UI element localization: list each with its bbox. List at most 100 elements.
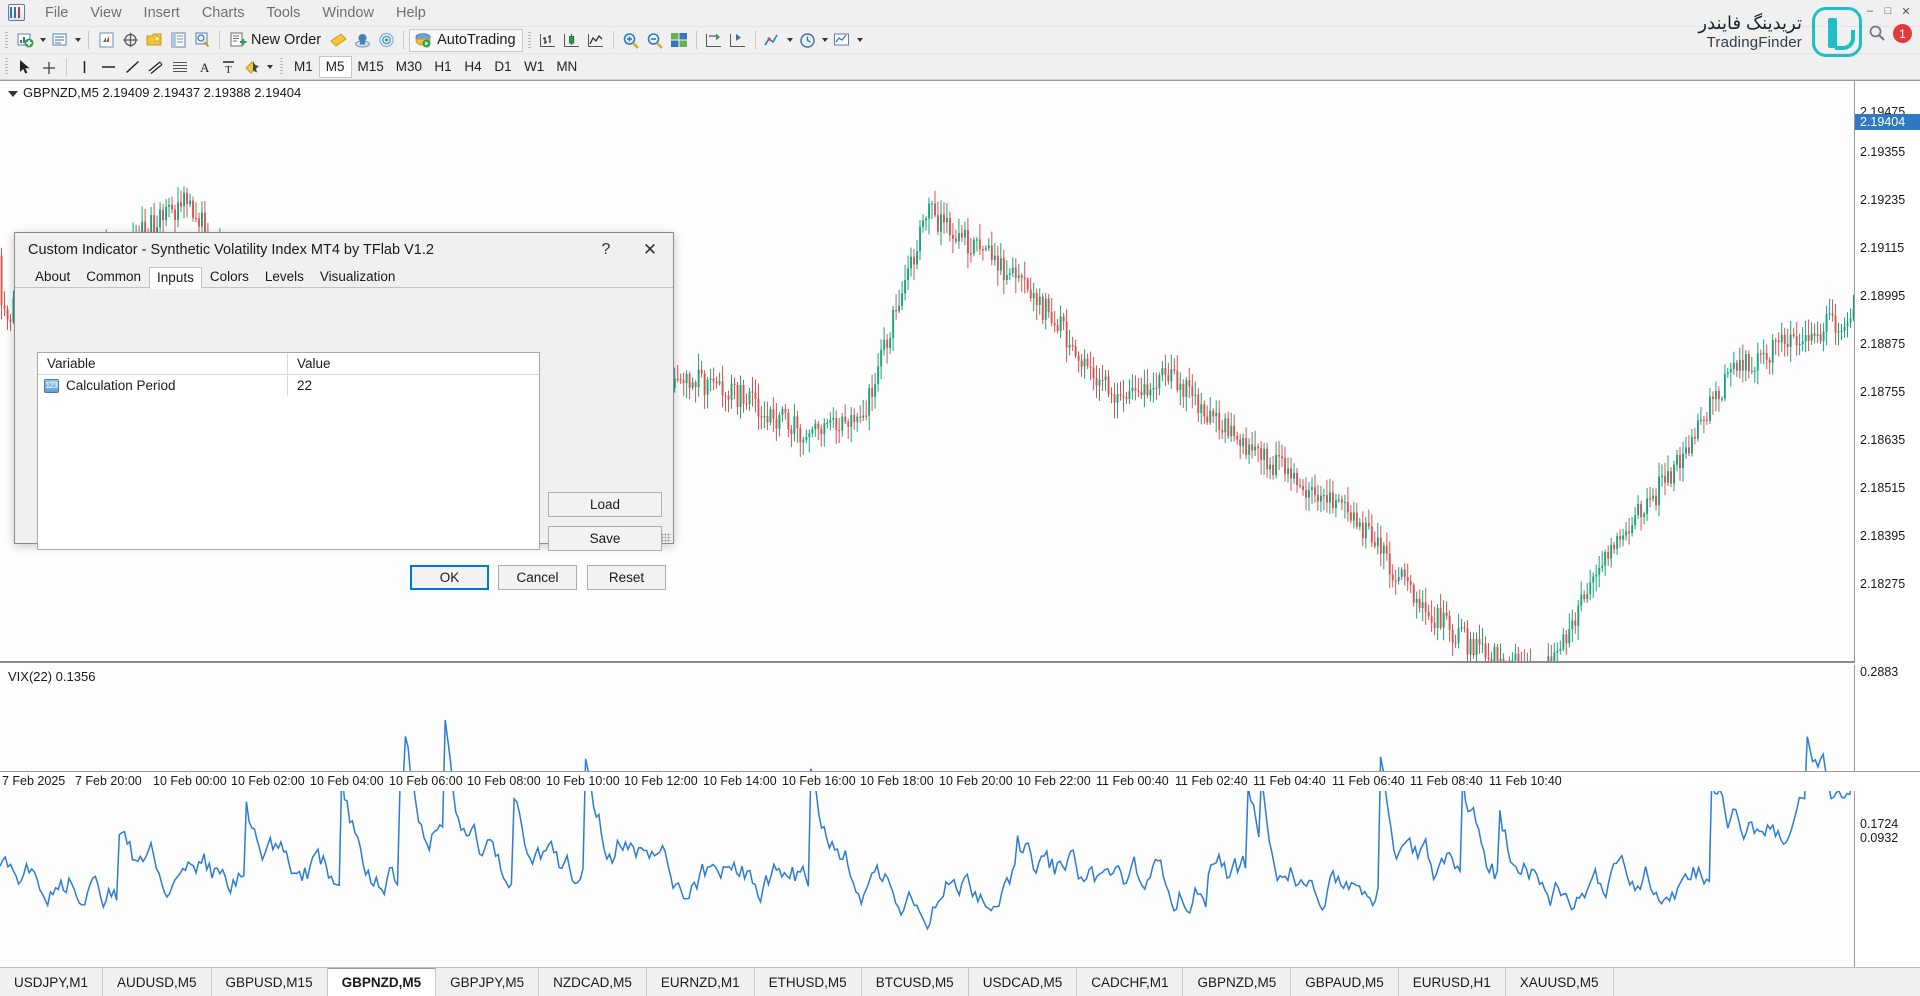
equidistant-channel-icon[interactable]: [144, 56, 168, 78]
text-label-icon[interactable]: T: [216, 56, 240, 78]
dialog-titlebar[interactable]: Custom Indicator - Synthetic Volatility …: [15, 233, 673, 266]
terminal-icon[interactable]: [142, 29, 166, 51]
dialog-resize-grip[interactable]: [661, 533, 671, 543]
chart-tab-eurnzd-m1[interactable]: EURNZD,M1: [647, 968, 755, 996]
menu-item-view[interactable]: View: [79, 0, 132, 26]
zoom-in-icon[interactable]: [619, 29, 643, 51]
chart-tab-gbpaud-m5[interactable]: GBPAUD,M5: [1291, 968, 1399, 996]
menu-item-window[interactable]: Window: [311, 0, 385, 26]
chart-tab-btcusd-m5[interactable]: BTCUSD,M5: [862, 968, 969, 996]
chart-tab-gbpnzd-m5-2[interactable]: GBPNZD,M5: [1183, 968, 1291, 996]
new-order-button[interactable]: New Order: [225, 29, 326, 51]
autotrading-button[interactable]: AutoTrading: [409, 29, 522, 52]
toolbar-grip[interactable]: [3, 31, 10, 50]
chart-tab-eurusd-h1[interactable]: EURUSD,H1: [1399, 968, 1506, 996]
timeframe-h1[interactable]: H1: [428, 56, 458, 78]
trendline-icon[interactable]: [120, 56, 144, 78]
chart-tab-gbpusd-m15[interactable]: GBPUSD,M15: [212, 968, 328, 996]
periodicity-dropdown-icon[interactable]: [820, 29, 831, 51]
notification-badge[interactable]: 1: [1893, 24, 1912, 43]
toolbar-grip[interactable]: [278, 57, 285, 76]
timeframe-h4[interactable]: H4: [458, 56, 488, 78]
shapes-icon[interactable]: [240, 56, 264, 78]
navigator-icon[interactable]: [118, 29, 142, 51]
chart-tab-ethusd-m5[interactable]: ETHUSD,M5: [755, 968, 862, 996]
maximize-icon[interactable]: □: [1880, 4, 1896, 18]
tab-common[interactable]: Common: [78, 266, 149, 288]
toolbar-grip[interactable]: [526, 31, 533, 50]
fibonacci-retracement-icon[interactable]: [168, 56, 192, 78]
timeframe-m30[interactable]: M30: [390, 56, 428, 78]
cursor-icon[interactable]: [13, 56, 37, 78]
save-button[interactable]: Save: [548, 526, 662, 551]
chart-profiles-dropdown-icon[interactable]: [72, 29, 83, 51]
menu-item-charts[interactable]: Charts: [191, 0, 256, 26]
timeframe-mn[interactable]: MN: [550, 56, 583, 78]
new-chart-dropdown-icon[interactable]: [37, 29, 48, 51]
custom-indicator-dialog[interactable]: Custom Indicator - Synthetic Volatility …: [14, 232, 674, 544]
crosshair-icon[interactable]: [37, 56, 61, 78]
signals-icon[interactable]: [374, 29, 398, 51]
menu-item-help[interactable]: Help: [385, 0, 437, 26]
chart-tab-gbpnzd-m5[interactable]: GBPNZD,M5: [328, 968, 437, 996]
load-button[interactable]: Load: [548, 492, 662, 517]
tab-levels[interactable]: Levels: [257, 266, 312, 288]
timeframe-m15[interactable]: M15: [352, 56, 390, 78]
chart-profiles-icon[interactable]: [48, 29, 72, 51]
timeframe-d1[interactable]: D1: [488, 56, 518, 78]
data-window-icon[interactable]: [166, 29, 190, 51]
chart-tab-xauusd-m5[interactable]: XAUUSD,M5: [1506, 968, 1614, 996]
candlestick-chart-icon[interactable]: [560, 29, 584, 51]
menu-item-file[interactable]: File: [34, 0, 79, 26]
horizontal-line-icon[interactable]: [96, 56, 120, 78]
tab-colors[interactable]: Colors: [202, 266, 257, 288]
new-chart-icon[interactable]: [13, 29, 37, 51]
line-chart-icon[interactable]: [584, 29, 608, 51]
toolbar-grip[interactable]: [3, 57, 10, 76]
timeframe-m5[interactable]: M5: [319, 56, 352, 78]
inputs-grid[interactable]: Variable Value 123 Calculation Period 22: [37, 352, 540, 550]
periodicity-icon[interactable]: [796, 29, 820, 51]
menu-item-insert[interactable]: Insert: [133, 0, 191, 26]
table-row[interactable]: 123 Calculation Period 22: [38, 375, 539, 396]
expert-advisors-icon[interactable]: [350, 29, 374, 51]
indicators-icon[interactable]: [761, 29, 785, 51]
zoom-out-icon[interactable]: [643, 29, 667, 51]
auto-scroll-icon[interactable]: [702, 29, 726, 51]
timeframe-w1[interactable]: W1: [518, 56, 550, 78]
chart-tab-usdjpy-m1[interactable]: USDJPY,M1: [0, 968, 103, 996]
help-icon[interactable]: ?: [587, 233, 625, 266]
vertical-line-icon[interactable]: [72, 56, 96, 78]
chart-tab-cadchf-m1[interactable]: CADCHF,M1: [1077, 968, 1183, 996]
metaeditor-icon[interactable]: [326, 29, 350, 51]
reset-button[interactable]: Reset: [587, 565, 666, 590]
close-window-icon[interactable]: ✕: [1898, 4, 1914, 18]
market-watch-icon[interactable]: [94, 29, 118, 51]
menu-item-tools[interactable]: Tools: [256, 0, 312, 26]
chart-tab-gbpjpy-m5[interactable]: GBPJPY,M5: [436, 968, 539, 996]
chart-menu-triangle-icon[interactable]: [8, 91, 18, 97]
text-icon[interactable]: A: [192, 56, 216, 78]
tile-windows-icon[interactable]: [667, 29, 691, 51]
minimize-icon[interactable]: –: [1862, 4, 1878, 18]
bar-chart-icon[interactable]: [536, 29, 560, 51]
ok-button[interactable]: OK: [410, 565, 489, 590]
indicator-subwindow[interactable]: VIX(22) 0.1356: [0, 665, 1855, 996]
chart-tab-nzdcad-m5[interactable]: NZDCAD,M5: [539, 968, 647, 996]
close-icon[interactable]: ✕: [631, 233, 669, 266]
tab-visualization[interactable]: Visualization: [312, 266, 404, 288]
tab-inputs[interactable]: Inputs: [149, 267, 202, 289]
strategy-tester-icon[interactable]: [190, 29, 214, 51]
tab-about[interactable]: About: [27, 266, 78, 288]
cancel-button[interactable]: Cancel: [498, 565, 577, 590]
timeframe-m1[interactable]: M1: [288, 56, 319, 78]
indicators-dropdown-icon[interactable]: [785, 29, 796, 51]
chart-tab-audusd-m5[interactable]: AUDUSD,M5: [103, 968, 212, 996]
search-icon[interactable]: [1868, 24, 1886, 42]
templates-icon[interactable]: [831, 29, 855, 51]
chart-tab-usdcad-m5[interactable]: USDCAD,M5: [969, 968, 1078, 996]
chart-shift-icon[interactable]: [726, 29, 750, 51]
shapes-dropdown-icon[interactable]: [264, 56, 275, 78]
row-value-cell[interactable]: 22: [288, 378, 539, 393]
templates-dropdown-icon[interactable]: [855, 29, 866, 51]
